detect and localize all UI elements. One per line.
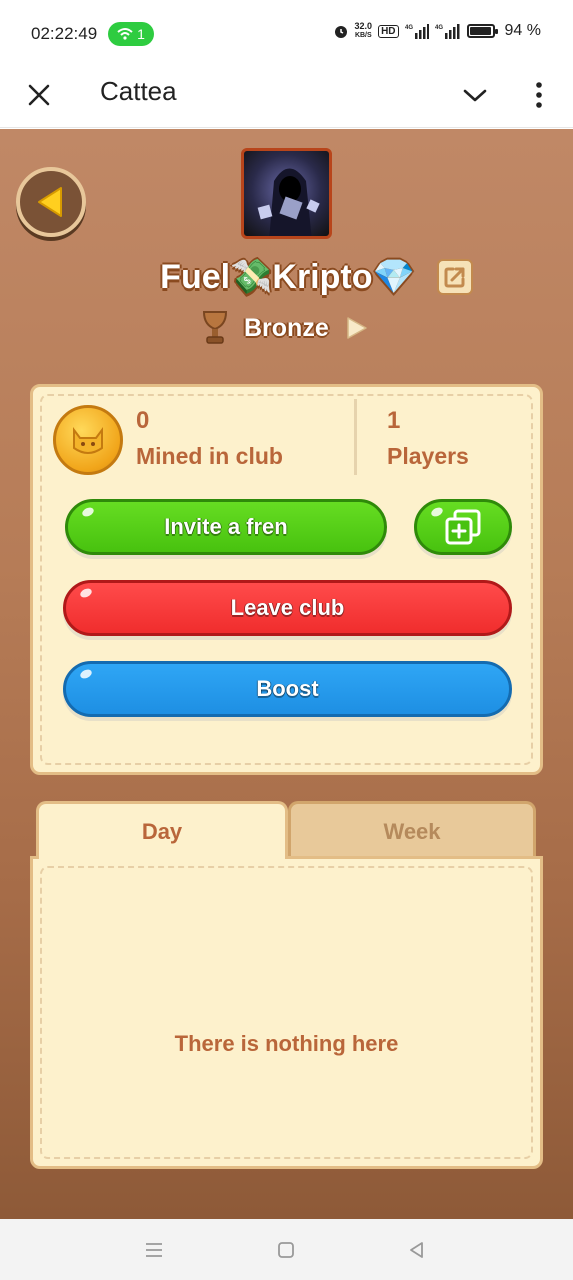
leaderboard-border <box>40 866 533 1159</box>
copy-add-icon <box>445 509 481 545</box>
hd-voice-badge: HD <box>378 24 399 38</box>
share-button[interactable] <box>436 259 473 295</box>
players-value: 1 <box>387 407 401 434</box>
status-bar: 02:22:49 1 32.0 KB/S HD 4G 4G 94 % <box>0 0 573 66</box>
boost-label: Boost <box>256 676 319 701</box>
app-title: Cattea <box>100 76 177 106</box>
signal-icon-sim2: 4G <box>435 24 460 39</box>
stats-divider <box>354 399 357 475</box>
home-icon[interactable] <box>275 1239 297 1261</box>
hotspot-indicator: 1 <box>108 22 154 46</box>
svg-text:4G: 4G <box>435 25 443 31</box>
mined-value: 0 <box>136 407 150 434</box>
hooded-figure-image <box>257 168 320 236</box>
alarm-icon <box>334 26 347 38</box>
chevron-down-icon[interactable] <box>460 80 490 110</box>
mined-label: Mined in club <box>136 443 283 469</box>
share-icon <box>444 267 465 288</box>
club-screen: Fuel💸Kripto💎 Bronze 0 Mined in club 1 Pl… <box>0 129 573 1219</box>
tab-day-label: Day <box>141 818 183 844</box>
club-name: Fuel💸Kripto💎 <box>160 258 415 296</box>
tier-label: Bronze <box>244 313 329 342</box>
status-time: 02:22:49 <box>31 24 98 43</box>
play-arrow-icon <box>346 317 367 339</box>
trophy-cup-icon <box>202 311 228 344</box>
network-speed: 32.0 KB/S <box>354 21 373 40</box>
hotspot-count: 1 <box>137 26 145 42</box>
menu-icon[interactable] <box>143 1239 165 1261</box>
back-arrow-icon <box>38 187 62 217</box>
cat-coin-icon <box>53 405 123 475</box>
back-button[interactable] <box>16 167 86 237</box>
club-avatar <box>241 148 332 239</box>
tab-week[interactable]: Week <box>288 801 536 859</box>
players-label: Players <box>387 443 469 469</box>
tab-week-label: Week <box>383 818 441 844</box>
club-panel: 0 Mined in club 1 Players Invite a fren … <box>30 384 543 775</box>
empty-state-text: There is nothing here <box>174 1031 399 1056</box>
wifi-hotspot-icon <box>117 28 133 40</box>
system-nav-bar <box>0 1219 573 1280</box>
tier-row[interactable]: Bronze <box>200 309 369 347</box>
tab-day[interactable]: Day <box>36 801 288 859</box>
invite-fren-label: Invite a fren <box>164 514 288 539</box>
battery-icon <box>466 24 498 38</box>
leave-club-button[interactable]: Leave club <box>63 580 512 636</box>
svg-text:4G: 4G <box>405 25 413 31</box>
app-bar: Cattea <box>0 66 573 128</box>
signal-icon: 4G <box>405 24 429 39</box>
copy-invite-button[interactable] <box>414 499 512 555</box>
invite-fren-button[interactable]: Invite a fren <box>65 499 387 555</box>
boost-button[interactable]: Boost <box>63 661 512 717</box>
leave-club-label: Leave club <box>230 595 345 620</box>
battery-percent: 94 % <box>504 22 541 39</box>
close-icon[interactable] <box>24 80 54 110</box>
leaderboard-panel: There is nothing here <box>30 856 543 1169</box>
back-icon[interactable] <box>406 1239 428 1261</box>
more-options-icon[interactable] <box>528 78 550 112</box>
